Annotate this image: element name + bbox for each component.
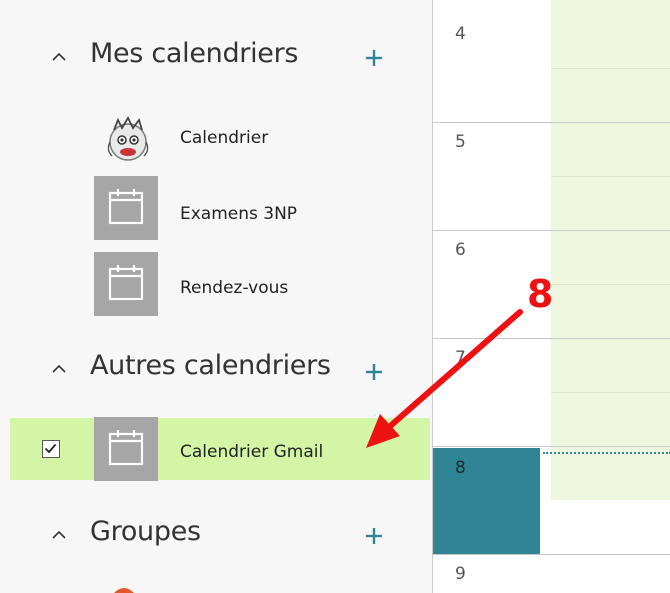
calendar-sidebar: Mes calendriers Calendrier Examens 3NP R… xyxy=(0,0,432,593)
hour-label: 4 xyxy=(455,24,466,44)
hour-line xyxy=(433,230,670,231)
section-header-autres-calendriers[interactable]: Autres calendriers xyxy=(0,344,410,394)
hour-line xyxy=(433,338,670,339)
calendar-icon xyxy=(108,265,144,301)
hour-label: 9 xyxy=(455,564,466,584)
hour-line xyxy=(433,446,670,447)
calendar-item-examens-3np[interactable]: Examens 3NP xyxy=(0,176,432,244)
add-group-plus-icon[interactable] xyxy=(364,526,384,546)
chevron-up-icon[interactable] xyxy=(52,50,66,64)
section-title: Autres calendriers xyxy=(90,350,331,381)
chevron-up-icon[interactable] xyxy=(52,528,66,542)
calendar-icon xyxy=(108,430,144,466)
half-hour-line xyxy=(551,392,670,393)
current-hour-cell: 8 xyxy=(433,448,540,554)
annotation-number: 8 xyxy=(527,272,554,316)
calendar-item-label: Calendrier xyxy=(180,128,269,148)
add-calendar-plus-icon[interactable] xyxy=(364,362,384,382)
half-hour-line xyxy=(551,176,670,177)
working-hours-column xyxy=(551,0,670,500)
calendar-icon xyxy=(108,189,144,225)
hour-label: 5 xyxy=(455,132,466,152)
calendar-visibility-checkbox[interactable] xyxy=(42,440,60,458)
avatar xyxy=(107,116,149,161)
section-header-groupes[interactable]: Groupes xyxy=(0,510,410,560)
hour-line xyxy=(433,554,670,555)
calendar-tile xyxy=(94,252,158,316)
calendar-item-calendrier[interactable]: Calendrier xyxy=(0,106,432,174)
add-calendar-plus-icon[interactable] xyxy=(364,48,384,68)
calendar-item-calendrier-gmail[interactable]: Calendrier Gmail xyxy=(10,417,430,481)
hour-line xyxy=(433,122,670,123)
calendar-item-label: Calendrier Gmail xyxy=(180,442,324,462)
hour-label: 6 xyxy=(455,240,466,260)
chevron-up-icon[interactable] xyxy=(52,362,66,376)
section-header-mes-calendriers[interactable]: Mes calendriers xyxy=(0,32,410,82)
half-hour-line xyxy=(551,284,670,285)
calendar-tile xyxy=(94,417,158,481)
checkmark-icon xyxy=(44,443,57,454)
current-time-indicator xyxy=(543,452,670,454)
calendar-item-label: Examens 3NP xyxy=(180,204,298,224)
section-title: Groupes xyxy=(90,516,201,547)
calendar-tile xyxy=(94,176,158,240)
calendar-item-rendez-vous[interactable]: Rendez-vous xyxy=(0,252,432,320)
hour-label: 7 xyxy=(455,348,466,368)
current-hour-label: 8 xyxy=(455,458,466,478)
group-avatar-icon xyxy=(114,588,134,593)
section-title: Mes calendriers xyxy=(90,38,299,69)
calendar-item-label: Rendez-vous xyxy=(180,278,289,298)
half-hour-line xyxy=(551,68,670,69)
